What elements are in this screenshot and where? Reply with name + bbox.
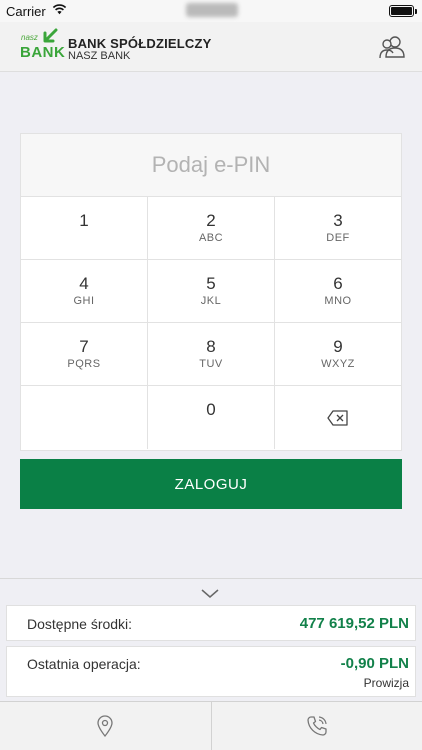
location-pin-icon <box>97 715 113 737</box>
logo-text-small: nasz <box>21 33 38 42</box>
key-digit: 0 <box>206 400 216 419</box>
key-0[interactable]: 0 <box>148 386 275 449</box>
logo-text-big: BANK <box>20 44 66 61</box>
available-funds-card: Dostępne środki: 477 619,52 PLN <box>6 605 416 641</box>
key-digit: 2 <box>206 211 216 230</box>
key-2[interactable]: 2 ABC <box>148 197 275 260</box>
key-letters: JKL <box>200 295 222 307</box>
key-digit: 8 <box>206 337 216 356</box>
users-icon <box>379 36 405 59</box>
wifi-icon <box>52 4 67 15</box>
key-letters: TUV <box>199 358 223 370</box>
key-4[interactable]: 4 GHI <box>21 260 148 323</box>
key-digit: 3 <box>333 211 343 230</box>
key-digit: 1 <box>79 211 89 230</box>
time-redacted <box>186 3 238 17</box>
bank-name: BANK SPÓŁDZIELCZY <box>68 36 212 51</box>
backspace-icon <box>327 409 348 426</box>
last-operation-label: Ostatnia operacja: <box>27 656 141 672</box>
key-5[interactable]: 5 JKL <box>148 260 275 323</box>
last-operation-description: Prowizja <box>363 676 409 690</box>
status-bar: Carrier <box>0 0 422 22</box>
bank-logo: nasz BANK <box>20 28 65 64</box>
key-digit: 6 <box>333 274 343 293</box>
pin-panel: Podaj e-PIN 1 2 ABC 3 DEF 4 GHI 5 JKL 6 MNO 7… <box>20 133 402 451</box>
key-digit: 5 <box>206 274 216 293</box>
pin-input[interactable]: Podaj e-PIN <box>21 134 401 197</box>
key-letters: DEF <box>326 232 350 244</box>
available-funds-label: Dostępne środki: <box>27 616 133 632</box>
logo-arrow-icon <box>43 28 58 43</box>
login-button[interactable]: ZALOGUJ <box>20 459 402 509</box>
key-letters: PQRS <box>67 358 101 370</box>
battery-icon <box>389 5 417 17</box>
key-digit: 9 <box>333 337 343 356</box>
key-letters: MNO <box>324 295 352 307</box>
backspace-key[interactable] <box>275 386 401 449</box>
users-button[interactable] <box>378 34 406 60</box>
key-letters: ABC <box>198 232 224 244</box>
key-blank <box>21 386 148 449</box>
key-3[interactable]: 3 DEF <box>275 197 401 260</box>
key-7[interactable]: 7 PQRS <box>21 323 148 386</box>
key-1[interactable]: 1 <box>21 197 148 260</box>
keypad: 1 2 ABC 3 DEF 4 GHI 5 JKL 6 MNO 7 PQRS 8 TUV 9 W… <box>21 197 401 449</box>
key-letters: WXYZ <box>321 358 355 370</box>
carrier-label: Carrier <box>6 4 46 19</box>
key-digit: 7 <box>79 337 89 356</box>
available-funds-amount: 477 619,52 PLN <box>299 615 409 632</box>
tab-location[interactable] <box>0 702 212 750</box>
key-8[interactable]: 8 TUV <box>148 323 275 386</box>
key-6[interactable]: 6 MNO <box>275 260 401 323</box>
account-summary: Dostępne środki: 477 619,52 PLN Ostatnia… <box>0 578 422 701</box>
tab-bar <box>0 701 422 750</box>
app-header: nasz BANK BANK SPÓŁDZIELCZY NASZ BANK <box>0 22 422 72</box>
key-letters: GHI <box>73 295 95 307</box>
last-operation-card: Ostatnia operacja: -0,90 PLN Prowizja <box>6 646 416 697</box>
chevron-down-icon <box>201 589 219 598</box>
bank-subtitle: NASZ BANK <box>68 50 131 62</box>
collapse-button[interactable] <box>198 585 222 601</box>
key-digit: 4 <box>79 274 89 293</box>
phone-call-icon <box>307 716 327 736</box>
last-operation-amount: -0,90 PLN <box>340 655 409 672</box>
tab-phone[interactable] <box>212 702 422 750</box>
key-9[interactable]: 9 WXYZ <box>275 323 401 386</box>
